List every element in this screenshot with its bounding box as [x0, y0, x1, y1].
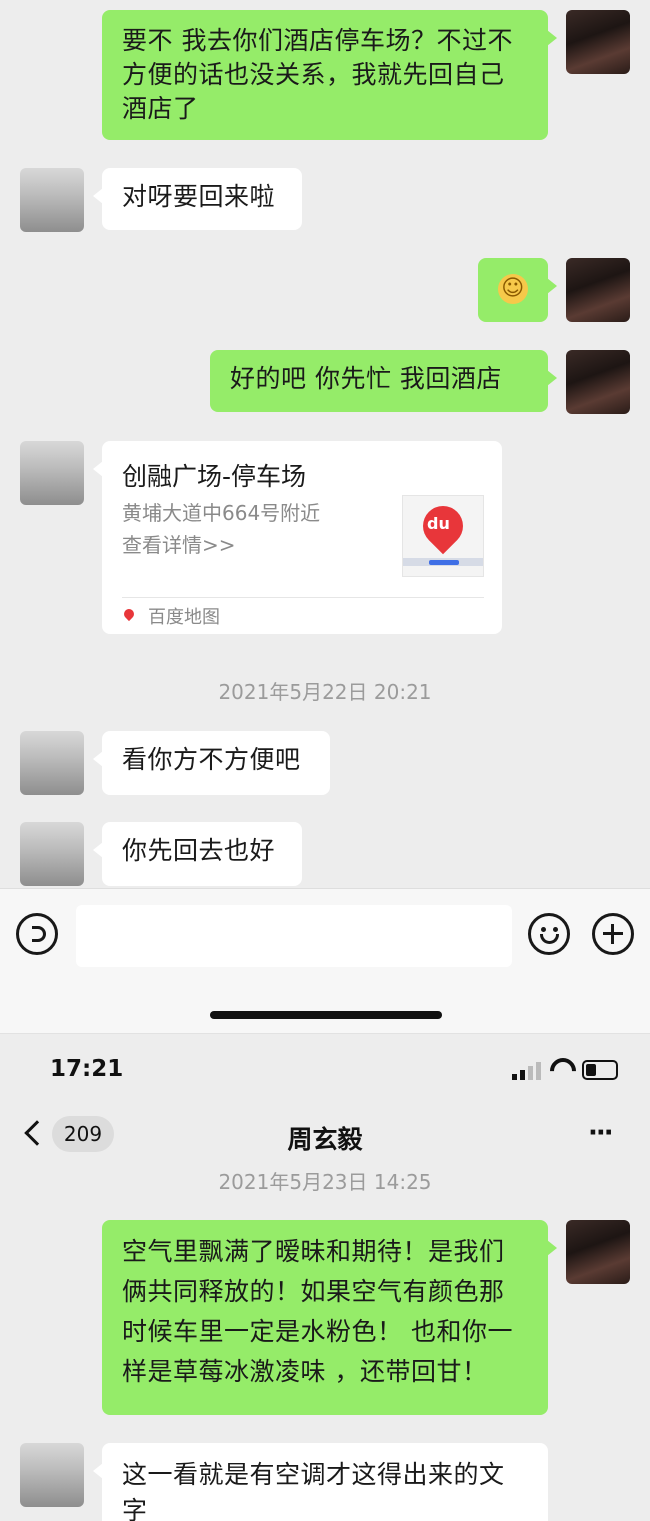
baidu-map-thumbnail: du: [402, 495, 484, 577]
avatar-contact[interactable]: [20, 441, 84, 505]
message-text: 好的吧 你先忙 我回酒店: [230, 364, 502, 393]
signal-bar-1: [512, 1074, 517, 1080]
wifi-icon: [550, 1058, 576, 1080]
avatar-self[interactable]: [566, 1220, 630, 1284]
battery-icon: [582, 1060, 618, 1080]
chat-title: 周玄毅: [287, 1125, 363, 1154]
chat-timestamp: 2021年5月22日 20:21: [218, 680, 432, 704]
signal-icon: [512, 1062, 544, 1080]
emoji-icon[interactable]: [528, 913, 570, 955]
avatar-self[interactable]: [566, 258, 630, 322]
message-text: 你先回去也好: [122, 836, 276, 865]
location-card[interactable]: 创融广场-停车场 黄埔大道中664号附近 查看详情>> du 百度地图: [93, 441, 502, 634]
chat-timestamp: 2021年5月23日 14:25: [218, 1170, 432, 1194]
message-bubble-incoming[interactable]: 你先回去也好: [93, 822, 302, 886]
message-bubble-outgoing[interactable]: 空气里飘满了暧昧和期待！是我们俩共同释放的！如果空气有颜色那时候车里一定是水粉色…: [102, 1220, 557, 1415]
card-divider: [122, 597, 484, 598]
map-marker-base: [429, 560, 459, 565]
location-title: 创融广场-停车场: [122, 462, 307, 491]
more-options-icon[interactable]: ···: [588, 1118, 614, 1148]
location-details-link[interactable]: 查看详情>>: [122, 529, 236, 558]
message-text: 对呀要回来啦: [122, 182, 276, 211]
plus-circle-icon[interactable]: [592, 913, 634, 955]
avatar-contact[interactable]: [20, 1443, 84, 1507]
message-text: 空气里飘满了暧昧和期待！是我们俩共同释放的！如果空气有颜色那时候车里一定是水粉色…: [122, 1237, 513, 1386]
signal-bar-3: [528, 1066, 533, 1080]
message-input[interactable]: [76, 905, 512, 967]
signal-bar-2: [520, 1070, 525, 1080]
baidu-logo-text: du: [427, 514, 450, 533]
home-indicator: [210, 1011, 442, 1019]
location-pin-small-icon: [121, 606, 137, 622]
avatar-contact[interactable]: [20, 168, 84, 232]
emoji-mouth: [540, 934, 559, 944]
location-address: 黄埔大道中664号附近: [122, 501, 321, 525]
wifi-arc: [550, 1058, 576, 1080]
message-text: 要不 我去你们酒店停车场？不过不方便的话也没关系，我就先回自己酒店了: [122, 26, 513, 123]
avatar-contact[interactable]: [20, 822, 84, 886]
message-bubble-incoming[interactable]: 对呀要回来啦: [93, 168, 302, 230]
emoji-eye-left: [541, 927, 546, 932]
location-source: 百度地图: [148, 607, 220, 628]
chat-input-bar: [0, 888, 650, 1033]
message-bubble-outgoing[interactable]: ☺: [478, 258, 557, 322]
battery-level: [586, 1064, 596, 1076]
message-bubble-incoming[interactable]: 这一看就是有空调才这得出来的文字: [93, 1443, 548, 1521]
message-text: 这一看就是有空调才这得出来的文字: [122, 1460, 505, 1521]
message-text: 看你方不方便吧: [122, 745, 301, 774]
voice-wave: [32, 926, 46, 942]
emoji-eye-right: [553, 927, 558, 932]
status-time: 17:21: [50, 1056, 124, 1082]
message-bubble-incoming[interactable]: 看你方不方便吧: [93, 731, 330, 795]
status-bar: 17:21 209 周玄毅 ···: [0, 1033, 650, 1168]
voice-icon[interactable]: [16, 913, 58, 955]
avatar-contact[interactable]: [20, 731, 84, 795]
smile-emoji-icon: ☺: [498, 274, 528, 304]
plus-v: [611, 924, 614, 944]
avatar-self[interactable]: [566, 350, 630, 414]
avatar-self[interactable]: [566, 10, 630, 74]
message-bubble-outgoing[interactable]: 好的吧 你先忙 我回酒店: [210, 350, 557, 412]
signal-bar-4: [536, 1062, 541, 1080]
message-bubble-outgoing[interactable]: 要不 我去你们酒店停车场？不过不方便的话也没关系，我就先回自己酒店了: [102, 10, 557, 140]
